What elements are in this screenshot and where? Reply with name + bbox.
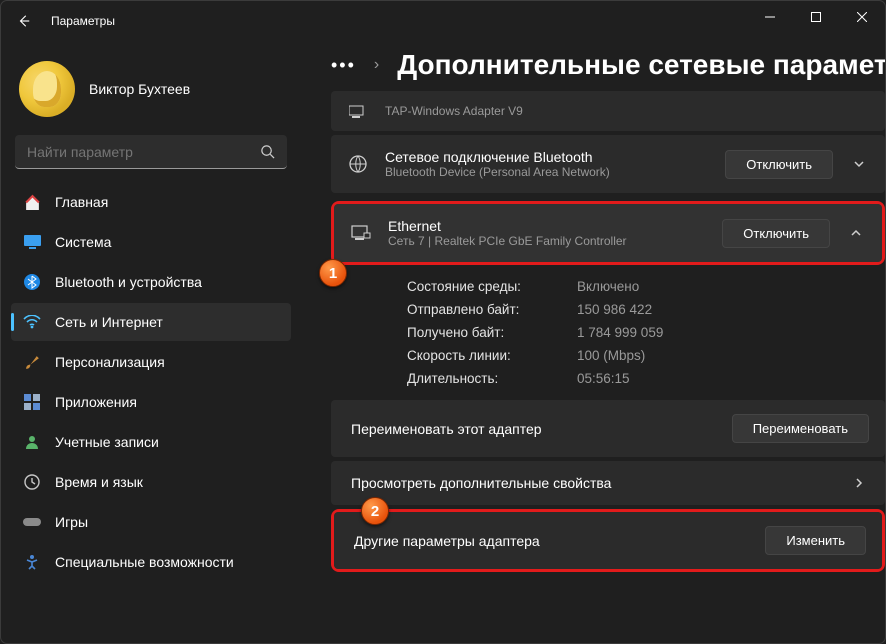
chevron-up-icon[interactable]	[846, 227, 866, 239]
stat-key: Состояние среды:	[407, 279, 577, 294]
nav-gaming[interactable]: Игры	[11, 503, 291, 541]
back-button[interactable]	[17, 14, 31, 28]
stat-key: Скорость линии:	[407, 348, 577, 363]
adapter-tap[interactable]: TAP-Windows Adapter V9	[331, 91, 885, 131]
adapter-bt-title: Сетевое подключение Bluetooth	[385, 149, 709, 165]
search-box[interactable]	[15, 135, 287, 169]
adapter-eth-sub: Сеть 7 | Realtek PCIe GbE Family Control…	[388, 234, 706, 248]
nav-network[interactable]: Сеть и Интернет	[11, 303, 291, 341]
nav-personalization[interactable]: Персонализация	[11, 343, 291, 381]
nav-apps[interactable]: Приложения	[11, 383, 291, 421]
nav-label: Игры	[55, 514, 88, 530]
adapter-eth-title: Ethernet	[388, 218, 706, 234]
avatar	[19, 61, 75, 117]
breadcrumb-more[interactable]: •••	[331, 55, 356, 76]
adapter-bt-sub: Bluetooth Device (Personal Area Network)	[385, 165, 709, 179]
nav-label: Специальные возможности	[55, 554, 234, 570]
change-button[interactable]: Изменить	[765, 526, 866, 555]
minimize-button[interactable]	[747, 1, 793, 33]
nav-home[interactable]: Главная	[11, 183, 291, 221]
ethernet-stats: Состояние среды:Включено Отправлено байт…	[331, 265, 885, 400]
nav-label: Система	[55, 234, 111, 250]
nav-accessibility[interactable]: Специальные возможности	[11, 543, 291, 581]
adapter-ethernet[interactable]: Ethernet Сеть 7 | Realtek PCIe GbE Famil…	[334, 204, 882, 262]
bluetooth-icon	[23, 273, 41, 291]
breadcrumb: ••• › Дополнительные сетевые параметры	[331, 49, 885, 81]
brush-icon	[23, 353, 41, 371]
person-icon	[23, 433, 41, 451]
close-button[interactable]	[839, 1, 885, 33]
nav-time[interactable]: Время и язык	[11, 463, 291, 501]
nav-label: Bluetooth и устройства	[55, 274, 202, 290]
profile-name: Виктор Бухтеев	[89, 81, 190, 97]
callout-marker-1: 1	[319, 259, 347, 287]
profile-block[interactable]: Виктор Бухтеев	[9, 51, 293, 135]
stat-value: Включено	[577, 279, 639, 294]
chevron-down-icon[interactable]	[849, 158, 869, 170]
wifi-icon	[23, 313, 41, 331]
stat-value: 100 (Mbps)	[577, 348, 645, 363]
other-adapter-options-row[interactable]: Другие параметры адаптера Изменить	[334, 512, 882, 569]
page-title: Дополнительные сетевые параметры	[397, 49, 885, 81]
view-more-properties-row[interactable]: Просмотреть дополнительные свойства	[331, 461, 885, 505]
disable-bt-button[interactable]: Отключить	[725, 150, 833, 179]
nav-label: Сеть и Интернет	[55, 314, 163, 330]
nav-bluetooth[interactable]: Bluetooth и устройства	[11, 263, 291, 301]
main-content: ••• › Дополнительные сетевые параметры T…	[301, 41, 885, 643]
sidebar: Виктор Бухтеев Главная Система	[1, 41, 301, 643]
gamepad-icon	[23, 513, 41, 531]
globe-icon	[347, 154, 369, 174]
accessibility-icon	[23, 553, 41, 571]
highlight-adapter-options: Другие параметры адаптера Изменить	[331, 509, 885, 572]
highlight-ethernet: Ethernet Сеть 7 | Realtek PCIe GbE Famil…	[331, 201, 885, 265]
search-icon	[260, 144, 275, 159]
nav-system[interactable]: Система	[11, 223, 291, 261]
ethernet-icon	[350, 225, 372, 241]
nav-label: Учетные записи	[55, 434, 159, 450]
adapter-icon	[347, 104, 369, 118]
stat-value: 1 784 999 059	[577, 325, 663, 340]
settings-window: Параметры Виктор Бухтеев	[0, 0, 886, 644]
stat-key: Длительность:	[407, 371, 577, 386]
clock-icon	[23, 473, 41, 491]
adapter-tap-title: TAP-Windows Adapter V9	[385, 104, 869, 118]
stat-value: 150 986 422	[577, 302, 652, 317]
stat-key: Отправлено байт:	[407, 302, 577, 317]
disable-eth-button[interactable]: Отключить	[722, 219, 830, 248]
view-more-label: Просмотреть дополнительные свойства	[351, 475, 833, 491]
nav-list: Главная Система Bluetooth и устройства С…	[9, 183, 293, 581]
chevron-right-icon	[849, 477, 869, 489]
nav-label: Время и язык	[55, 474, 143, 490]
home-icon	[23, 193, 41, 211]
nav-label: Главная	[55, 194, 108, 210]
stat-value: 05:56:15	[577, 371, 630, 386]
rename-adapter-row[interactable]: Переименовать этот адаптер Переименовать	[331, 400, 885, 457]
adapter-bluetooth[interactable]: Сетевое подключение Bluetooth Bluetooth …	[331, 135, 885, 193]
other-options-label: Другие параметры адаптера	[354, 533, 749, 549]
rename-button[interactable]: Переименовать	[732, 414, 869, 443]
search-input[interactable]	[15, 135, 287, 169]
apps-icon	[23, 393, 41, 411]
nav-accounts[interactable]: Учетные записи	[11, 423, 291, 461]
maximize-button[interactable]	[793, 1, 839, 33]
rename-label: Переименовать этот адаптер	[351, 421, 716, 437]
nav-label: Приложения	[55, 394, 137, 410]
stat-key: Получено байт:	[407, 325, 577, 340]
nav-label: Персонализация	[55, 354, 165, 370]
window-title: Параметры	[51, 14, 115, 28]
titlebar: Параметры	[1, 1, 885, 41]
chevron-right-icon: ›	[374, 56, 379, 74]
callout-marker-2: 2	[361, 497, 389, 525]
system-icon	[23, 233, 41, 251]
